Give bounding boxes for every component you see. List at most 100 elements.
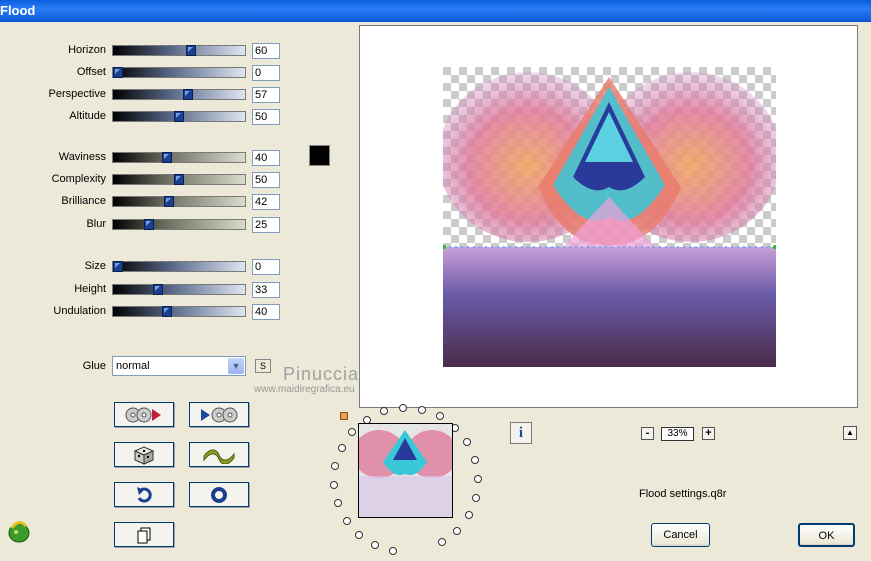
undo-button[interactable] bbox=[114, 482, 174, 507]
navigator-dot bbox=[399, 404, 407, 412]
copy-icon bbox=[137, 527, 151, 543]
load-preset-button[interactable] bbox=[114, 402, 174, 427]
slider-label: Undulation bbox=[53, 305, 106, 317]
navigator-dot bbox=[474, 475, 482, 483]
slider-track[interactable] bbox=[112, 152, 246, 163]
slider-label: Horizon bbox=[68, 44, 106, 56]
navigator-dot bbox=[389, 547, 397, 555]
glue-value: normal bbox=[116, 360, 150, 372]
settings-filename: Flood settings.q8r bbox=[639, 488, 727, 500]
navigator-thumbnail-image bbox=[359, 424, 452, 517]
undo-icon bbox=[137, 486, 152, 503]
collapse-button[interactable]: ▲ bbox=[843, 426, 857, 440]
window-title: Flood bbox=[0, 3, 36, 18]
slider-label: Height bbox=[74, 283, 106, 295]
reset-icon bbox=[211, 486, 227, 503]
slider-value-field[interactable]: 33 bbox=[252, 282, 280, 298]
filter-logo-icon bbox=[8, 521, 30, 543]
flood-preview-image bbox=[443, 67, 776, 367]
slider-value-field[interactable]: 0 bbox=[252, 65, 280, 81]
watermark-name: Pinuccia bbox=[283, 364, 360, 384]
slider-track[interactable] bbox=[112, 89, 246, 100]
slider-thumb[interactable] bbox=[183, 89, 193, 100]
navigator-dot bbox=[334, 499, 342, 507]
slider-track[interactable] bbox=[112, 284, 246, 295]
slider-thumb[interactable] bbox=[153, 284, 163, 295]
navigator-dot bbox=[355, 531, 363, 539]
navigator-dot bbox=[418, 406, 426, 414]
navigator-dot bbox=[463, 438, 471, 446]
slider-thumb[interactable] bbox=[174, 174, 184, 185]
ok-button[interactable]: OK bbox=[798, 523, 855, 547]
navigator-dot bbox=[438, 538, 446, 546]
slider-label: Waviness bbox=[58, 151, 106, 163]
zoom-in-button[interactable]: + bbox=[702, 427, 715, 440]
navigator-dot bbox=[465, 511, 473, 519]
chevron-down-icon[interactable]: ▼ bbox=[228, 358, 244, 374]
navigator-thumbnail[interactable] bbox=[358, 423, 453, 518]
slider-label: Perspective bbox=[48, 88, 106, 100]
slider-thumb[interactable] bbox=[174, 111, 184, 122]
slider-value-field[interactable]: 50 bbox=[252, 109, 280, 125]
zoom-level: 33% bbox=[661, 427, 694, 441]
cancel-button[interactable]: Cancel bbox=[651, 523, 710, 547]
slider-track[interactable] bbox=[112, 67, 246, 78]
slider-value-field[interactable]: 25 bbox=[252, 217, 280, 233]
wave-icon bbox=[203, 448, 235, 464]
slider-thumb[interactable] bbox=[162, 152, 172, 163]
zoom-out-button[interactable]: - bbox=[641, 427, 654, 440]
navigator-dot bbox=[343, 517, 351, 525]
slider-label: Blur bbox=[86, 218, 106, 230]
slider-thumb[interactable] bbox=[164, 196, 174, 207]
navigator-dot bbox=[330, 481, 338, 489]
slider-value-field[interactable]: 57 bbox=[252, 87, 280, 103]
navigator-dot bbox=[338, 444, 346, 452]
navigator-dot bbox=[436, 412, 444, 420]
save-preset-button[interactable] bbox=[189, 402, 249, 427]
slider-track[interactable] bbox=[112, 306, 246, 317]
slider-label: Complexity bbox=[51, 173, 106, 185]
slider-label: Offset bbox=[76, 66, 106, 78]
slider-label: Altitude bbox=[69, 110, 106, 122]
glue-label: Glue bbox=[82, 360, 106, 372]
slider-thumb[interactable] bbox=[186, 45, 196, 56]
slider-thumb[interactable] bbox=[113, 67, 123, 78]
chevron-up-icon: ▲ bbox=[846, 428, 854, 437]
slider-value-field[interactable]: 0 bbox=[252, 259, 280, 275]
title-bar: Flood bbox=[0, 0, 871, 22]
save-preset-icon bbox=[201, 407, 238, 422]
navigator-dot bbox=[371, 541, 379, 549]
slider-track[interactable] bbox=[112, 196, 246, 207]
slider-value-field[interactable]: 50 bbox=[252, 172, 280, 188]
reset-button[interactable] bbox=[189, 482, 249, 507]
navigator-dot bbox=[348, 428, 356, 436]
slider-label: Size bbox=[84, 260, 106, 272]
preview-pane[interactable] bbox=[359, 25, 858, 408]
slider-track[interactable] bbox=[112, 111, 246, 122]
navigator-dot bbox=[471, 456, 479, 464]
slider-thumb[interactable] bbox=[113, 261, 123, 272]
copy-button[interactable] bbox=[114, 522, 174, 547]
slider-value-field[interactable]: 42 bbox=[252, 194, 280, 210]
color-swatch[interactable] bbox=[309, 145, 330, 166]
navigator-dot bbox=[380, 407, 388, 415]
slider-track[interactable] bbox=[112, 174, 246, 185]
slider-value-field[interactable]: 40 bbox=[252, 150, 280, 166]
randomize-dice-icon bbox=[133, 445, 155, 465]
navigator-dot bbox=[331, 462, 339, 470]
watermark-site: www.maidiregrafica.eu bbox=[254, 384, 355, 395]
load-preset-icon bbox=[125, 407, 161, 422]
slider-track[interactable] bbox=[112, 219, 246, 230]
slider-thumb[interactable] bbox=[162, 306, 172, 317]
slider-value-field[interactable]: 60 bbox=[252, 43, 280, 59]
slider-track[interactable] bbox=[112, 261, 246, 272]
navigator-handle[interactable] bbox=[340, 412, 348, 420]
randomize-button[interactable] bbox=[114, 442, 174, 467]
info-button[interactable]: i bbox=[510, 422, 532, 444]
slider-track[interactable] bbox=[112, 45, 246, 56]
slider-value-field[interactable]: 40 bbox=[252, 304, 280, 320]
glue-s-button[interactable]: S bbox=[255, 359, 271, 373]
slider-thumb[interactable] bbox=[144, 219, 154, 230]
glue-select[interactable]: normal ▼ bbox=[112, 356, 246, 376]
wave-button[interactable] bbox=[189, 442, 249, 467]
